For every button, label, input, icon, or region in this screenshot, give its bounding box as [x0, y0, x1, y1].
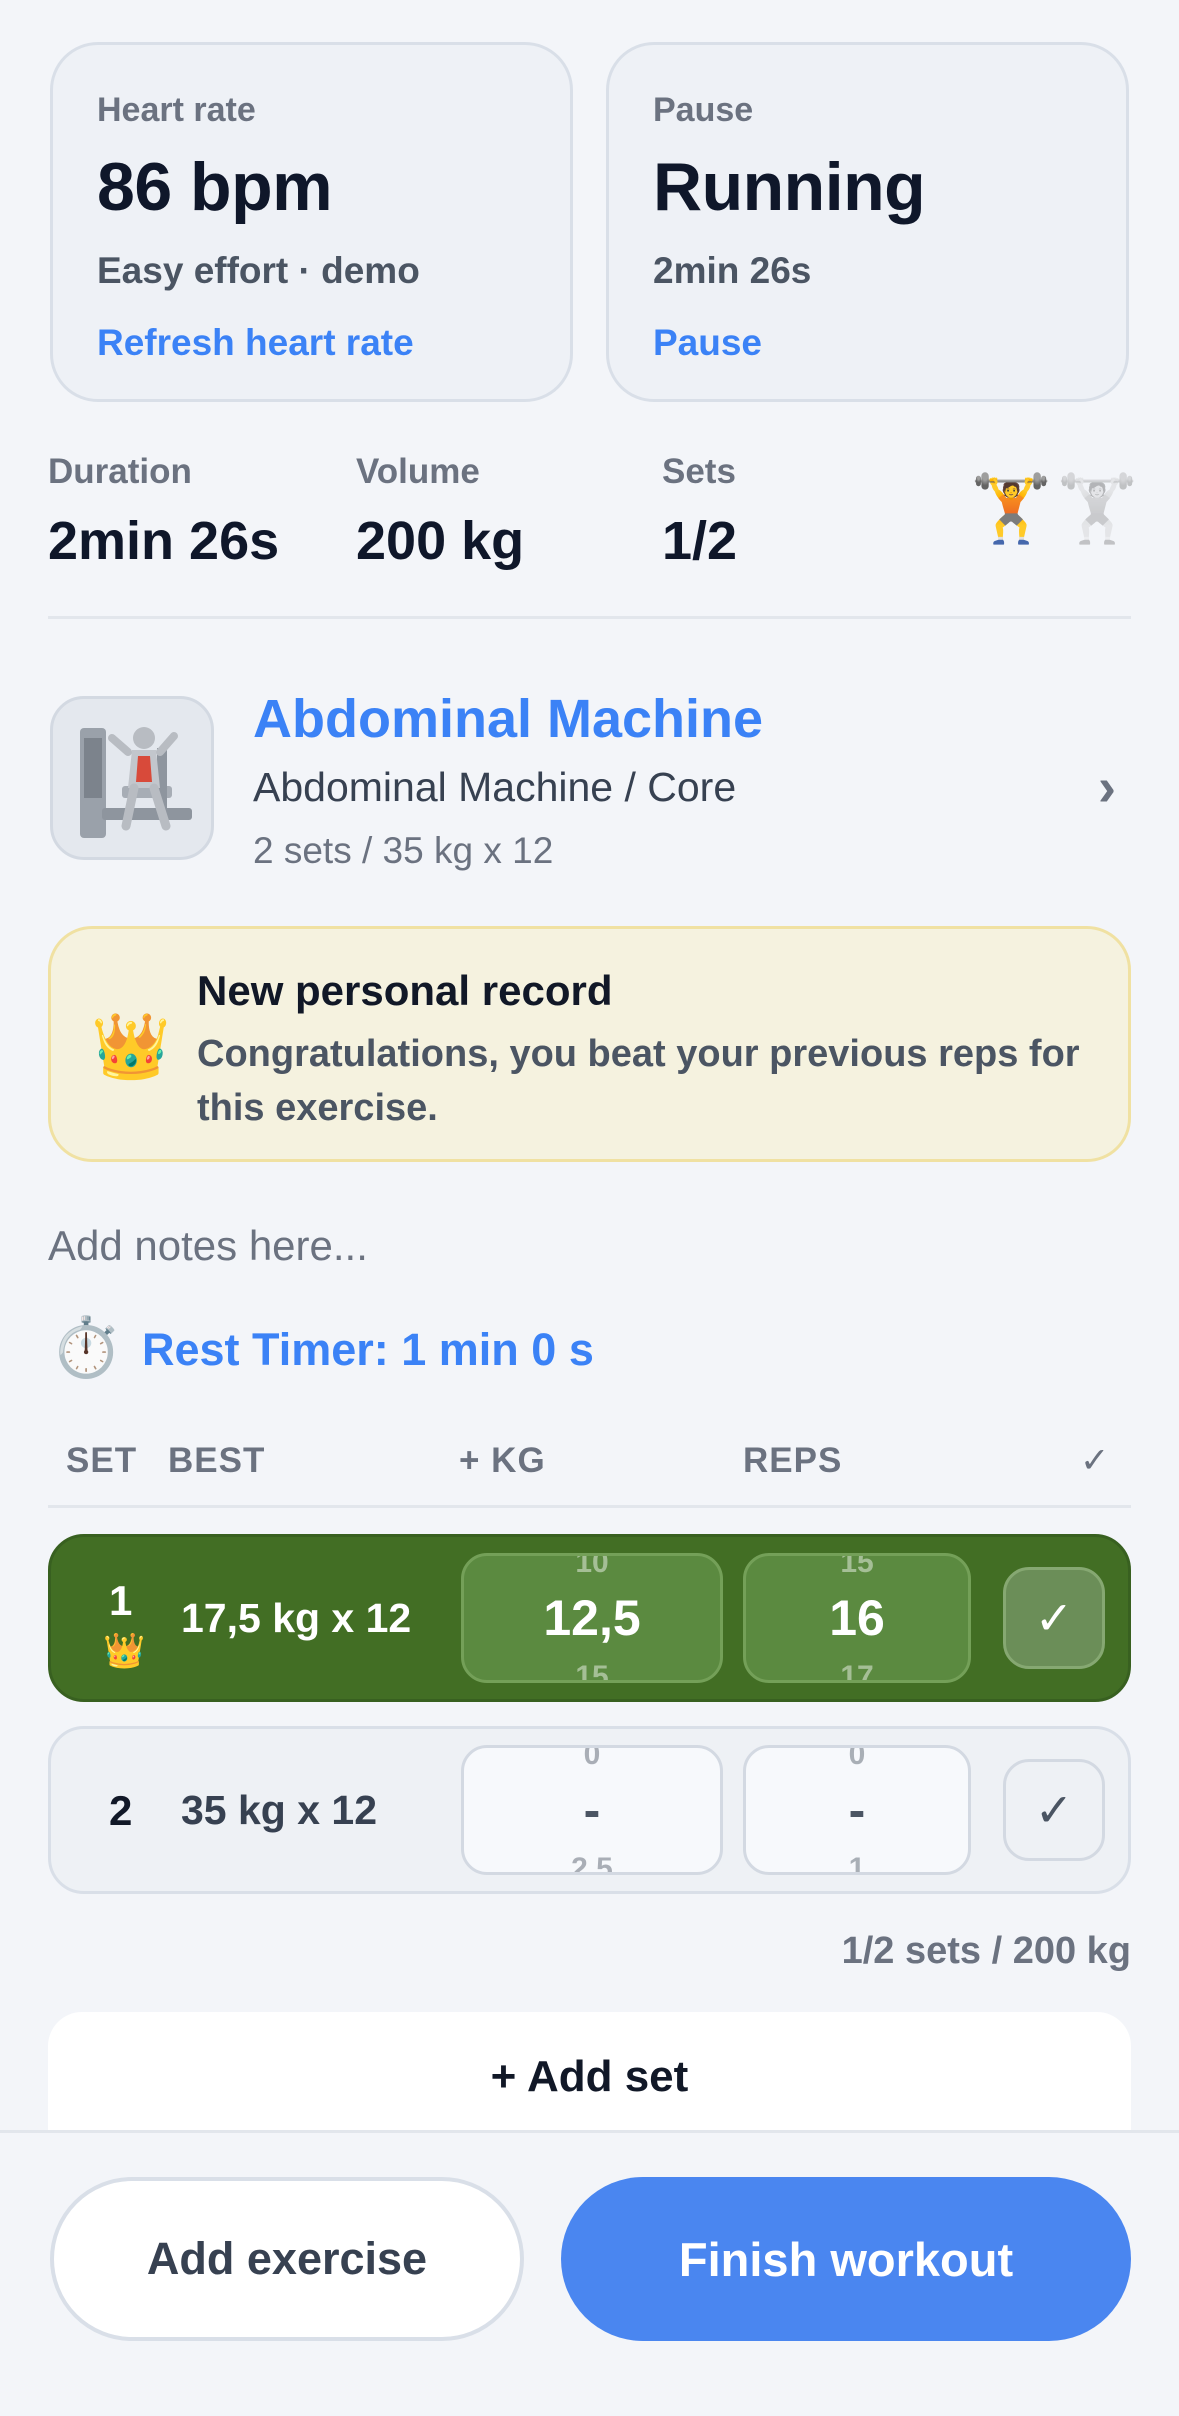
pause-elapsed: 2min 26s — [653, 250, 812, 291]
weightlifter-icon: 🏋️ — [1056, 471, 1143, 545]
divider — [48, 1505, 1131, 1508]
kg-prev-value: 0 — [583, 1745, 601, 1771]
kg-prev-value: 10 — [575, 1553, 609, 1579]
pause-button[interactable]: Pause — [653, 322, 1082, 364]
exercise-category: Abdominal Machine / Core — [253, 764, 737, 810]
volume-stat: Volume 200 kg — [356, 452, 524, 572]
kg-value: - — [583, 1782, 601, 1838]
set-row: 1 👑 17,5 kg x 12 10 12,5 15 15 16 17 ✓ — [48, 1534, 1131, 1702]
weightlifter-icon: 🏋️ — [970, 471, 1057, 545]
sets-label: Sets — [662, 452, 736, 491]
volume-value: 200 kg — [356, 511, 525, 571]
duration-value: 2min 26s — [48, 511, 280, 571]
reps-value: - — [848, 1782, 866, 1838]
reps-picker[interactable]: 0 - 1 — [743, 1745, 971, 1875]
column-header-reps: REPS — [743, 1441, 843, 1480]
reps-next-value: 1 — [848, 1852, 866, 1875]
divider — [48, 616, 1131, 619]
set-best: 17,5 kg x 12 — [181, 1595, 412, 1641]
reps-next-value: 17 — [840, 1660, 874, 1683]
set-progress-icons: 🏋️🏋️ — [970, 470, 1142, 548]
exercise-thumbnail[interactable] — [50, 696, 214, 860]
notes-input[interactable]: Add notes here... — [48, 1222, 368, 1270]
kg-value: 12,5 — [543, 1590, 641, 1646]
column-header-check: ✓ — [1080, 1441, 1111, 1480]
column-header-best: BEST — [168, 1441, 266, 1480]
kg-next-value: 15 — [575, 1660, 609, 1683]
set-number: 1 — [109, 1577, 133, 1624]
crown-icon: 👑 — [91, 1010, 171, 1082]
personal-record-banner: 👑 New personal record Congratulations, y… — [48, 926, 1131, 1162]
stopwatch-icon: ⏱️ — [50, 1315, 123, 1380]
heart-rate-subtitle: Easy effort · demo — [97, 250, 420, 291]
exercise-meta: 2 sets / 35 kg x 12 — [253, 830, 554, 871]
refresh-heart-rate-button[interactable]: Refresh heart rate — [97, 322, 526, 364]
set-best: 35 kg x 12 — [181, 1787, 378, 1833]
crown-icon: 👑 — [103, 1632, 146, 1670]
pause-status: Running — [653, 149, 926, 225]
exercise-title[interactable]: Abdominal Machine — [253, 688, 763, 750]
rest-timer-button[interactable]: Rest Timer: 1 min 0 s — [142, 1324, 594, 1376]
add-set-button[interactable]: + Add set — [48, 2012, 1131, 2142]
reps-value: 16 — [829, 1590, 885, 1646]
abdominal-machine-image — [80, 727, 192, 838]
heart-rate-card: Heart rate 86 bpm Easy effort · demo Ref… — [50, 42, 573, 402]
pause-label: Pause — [653, 91, 754, 129]
kg-picker[interactable]: 0 - 2,5 — [461, 1745, 723, 1875]
kg-picker[interactable]: 10 12,5 15 — [461, 1553, 723, 1683]
finish-workout-button[interactable]: Finish workout — [561, 2177, 1131, 2341]
set-row: 2 35 kg x 12 0 - 2,5 0 - 1 ✓ — [48, 1726, 1131, 1894]
record-description: Congratulations, you beat your previous … — [197, 1033, 1080, 1129]
heart-rate-label: Heart rate — [97, 91, 256, 129]
reps-prev-value: 15 — [840, 1553, 874, 1579]
complete-set-checkbox[interactable]: ✓ — [1003, 1759, 1105, 1861]
sets-summary: 1/2 sets / 200 kg — [841, 1930, 1131, 1972]
duration-stat: Duration 2min 26s — [48, 452, 279, 572]
kg-next-value: 2,5 — [571, 1852, 613, 1875]
column-header-set: SET — [66, 1441, 138, 1480]
sets-value: 1/2 — [662, 511, 738, 571]
duration-label: Duration — [48, 452, 192, 491]
volume-label: Volume — [356, 452, 480, 491]
set-number: 2 — [109, 1787, 133, 1834]
chevron-right-icon[interactable]: › — [1098, 756, 1116, 818]
complete-set-checkbox[interactable]: ✓ — [1003, 1567, 1105, 1669]
heart-rate-value: 86 bpm — [97, 149, 333, 225]
record-title: New personal record — [197, 967, 613, 1014]
add-exercise-button[interactable]: Add exercise — [50, 2177, 524, 2341]
reps-picker[interactable]: 15 16 17 — [743, 1553, 971, 1683]
reps-prev-value: 0 — [848, 1745, 866, 1771]
pause-card: Pause Running 2min 26s Pause — [606, 42, 1129, 402]
column-header-kg: + KG — [459, 1441, 546, 1480]
sets-stat: Sets 1/2 — [662, 452, 737, 572]
